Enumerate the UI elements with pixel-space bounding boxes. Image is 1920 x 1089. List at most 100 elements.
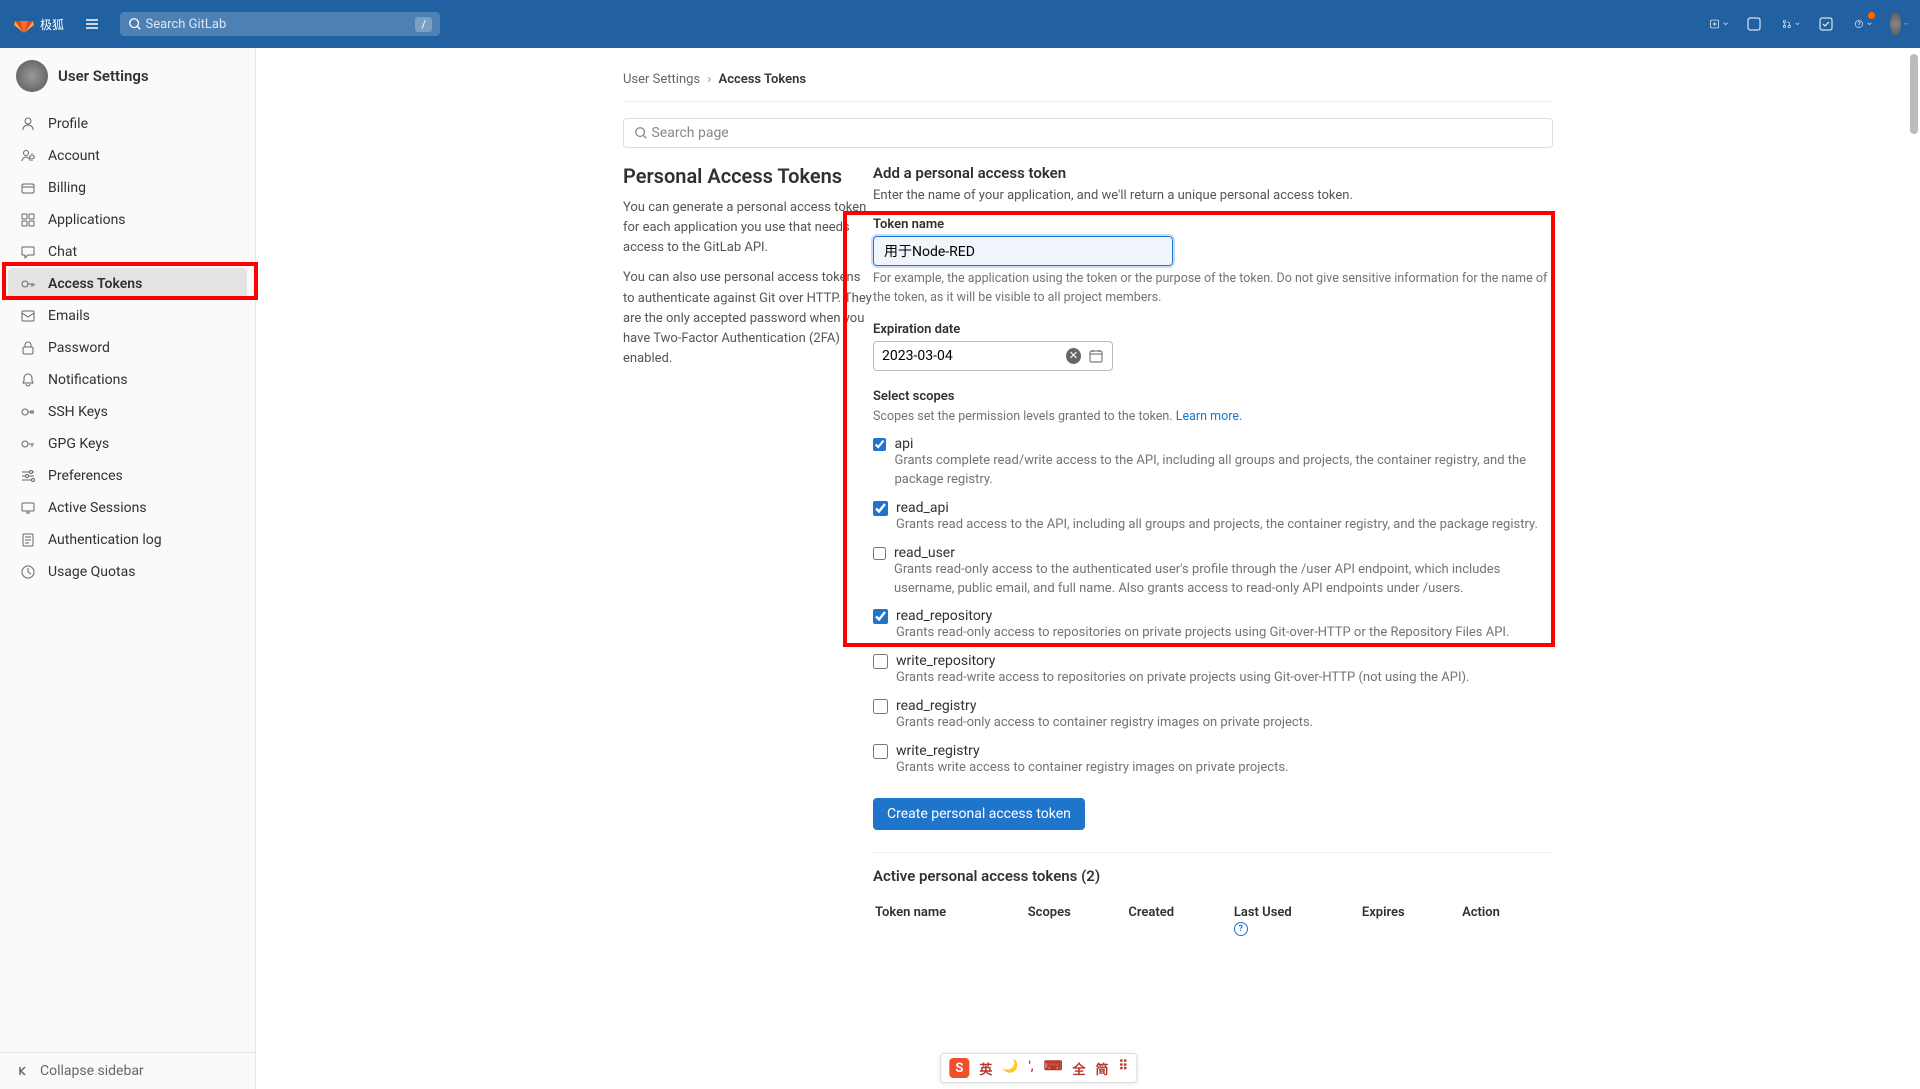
token-icon	[20, 276, 36, 292]
hamburger-menu[interactable]	[80, 12, 104, 36]
scope-checkbox-write_repository[interactable]	[873, 654, 888, 669]
nav-label: Notifications	[48, 372, 128, 388]
sidebar-item-profile[interactable]: Profile	[8, 108, 247, 140]
sidebar-item-access-tokens[interactable]: Access Tokens	[8, 268, 247, 300]
scope-desc: Grants read-only access to container reg…	[896, 714, 1313, 733]
expiration-input[interactable]	[882, 348, 1060, 364]
sidebar-item-usage-quotas[interactable]: Usage Quotas	[8, 556, 247, 588]
scope-checkbox-read_user[interactable]	[873, 546, 886, 561]
nav-label: Password	[48, 340, 110, 356]
help-dropdown[interactable]	[1854, 15, 1872, 33]
merge-requests-dropdown[interactable]	[1782, 15, 1800, 33]
sidebar-header[interactable]: User Settings	[0, 48, 255, 104]
collapse-label: Collapse sidebar	[40, 1063, 144, 1079]
learn-more-link[interactable]: Learn more.	[1176, 409, 1243, 424]
ime-item[interactable]: ⌨	[1044, 1059, 1063, 1078]
user-menu[interactable]	[1890, 15, 1908, 33]
calendar-button[interactable]	[1087, 347, 1104, 365]
nav-label: Applications	[48, 212, 126, 228]
topbar: 极狐 /	[0, 0, 1920, 48]
gitlab-logo-icon	[12, 12, 36, 36]
active-tokens-table: Token nameScopesCreatedLast Used?Expires…	[873, 897, 1553, 944]
sidebar-item-emails[interactable]: Emails	[8, 300, 247, 332]
col-token-name: Token name	[875, 899, 1026, 942]
sidebar-item-authentication-log[interactable]: Authentication log	[8, 524, 247, 556]
ime-logo-icon: S	[949, 1058, 969, 1078]
authlog-icon	[20, 532, 36, 548]
notif-icon	[20, 372, 36, 388]
logo[interactable]: 极狐	[12, 12, 64, 36]
page-search[interactable]	[623, 118, 1553, 148]
ime-item[interactable]: ',	[1029, 1059, 1034, 1078]
sidebar-item-applications[interactable]: Applications	[8, 204, 247, 236]
info-icon[interactable]: ?	[1234, 922, 1248, 936]
token-name-label: Token name	[873, 217, 1553, 232]
nav-label: Chat	[48, 244, 77, 260]
scope-checkbox-read_api[interactable]	[873, 501, 888, 516]
expiration-field[interactable]: ✕	[873, 341, 1113, 371]
col-action: Action	[1462, 899, 1551, 942]
scopes-label: Select scopes	[873, 389, 1553, 404]
sidebar-item-preferences[interactable]: Preferences	[8, 460, 247, 492]
scope-checkbox-api[interactable]	[873, 437, 886, 452]
scope-name: write_registry	[896, 743, 1289, 759]
create-token-button[interactable]: Create personal access token	[873, 798, 1085, 830]
scroll-thumb[interactable]	[1910, 54, 1918, 134]
scope-name: read_api	[896, 500, 1538, 516]
scope-checkbox-read_repository[interactable]	[873, 609, 888, 624]
usage-icon	[20, 564, 36, 580]
scope-desc: Grants complete read/write access to the…	[894, 452, 1553, 490]
sidebar-item-billing[interactable]: Billing	[8, 172, 247, 204]
col-expires: Expires	[1362, 899, 1460, 942]
sidebar-title: User Settings	[58, 67, 149, 85]
global-search[interactable]: /	[120, 12, 440, 36]
scope-read_user: read_userGrants read-only access to the …	[873, 545, 1553, 599]
user-avatar	[16, 60, 48, 92]
sidebar-nav: Profile Account Billing Applications Chat Acc…	[0, 104, 255, 1052]
col-scopes: Scopes	[1028, 899, 1127, 942]
collapse-sidebar[interactable]: Collapse sidebar	[0, 1052, 255, 1089]
sidebar-item-account[interactable]: Account	[8, 140, 247, 172]
scope-name: read_registry	[896, 698, 1313, 714]
ime-item[interactable]: 英	[979, 1059, 992, 1078]
nav-label: Billing	[48, 180, 86, 196]
emails-icon	[20, 308, 36, 324]
scope-checkbox-write_registry[interactable]	[873, 744, 888, 759]
topbar-left: 极狐 /	[12, 12, 440, 36]
sidebar-item-gpg-keys[interactable]: GPG Keys	[8, 428, 247, 460]
sidebar-item-chat[interactable]: Chat	[8, 236, 247, 268]
global-search-input[interactable]	[146, 17, 416, 32]
col-created: Created	[1128, 899, 1232, 942]
sidebar-item-notifications[interactable]: Notifications	[8, 364, 247, 396]
page-desc-1: You can generate a personal access token…	[623, 198, 873, 258]
prefs-icon	[20, 468, 36, 484]
page-title: Personal Access Tokens	[623, 164, 873, 188]
scope-checkbox-read_registry[interactable]	[873, 699, 888, 714]
scope-desc: Grants write access to container registr…	[896, 759, 1289, 778]
breadcrumb-parent[interactable]: User Settings	[623, 72, 700, 87]
sidebar-item-password[interactable]: Password	[8, 332, 247, 364]
scrollbar[interactable]	[1908, 48, 1918, 1089]
ime-item[interactable]: ⠿	[1119, 1059, 1129, 1078]
plus-dropdown[interactable]	[1710, 15, 1728, 33]
clear-date-button[interactable]: ✕	[1066, 348, 1081, 364]
calendar-icon	[1089, 349, 1103, 363]
form-intro: Enter the name of your application, and …	[873, 188, 1553, 203]
ime-item[interactable]: 全	[1072, 1059, 1085, 1078]
collapse-icon	[16, 1064, 30, 1078]
todos-link[interactable]	[1818, 15, 1836, 33]
sidebar-item-ssh-keys[interactable]: SSH Keys	[8, 396, 247, 428]
ime-item[interactable]: 🌙	[1002, 1059, 1018, 1078]
ime-item[interactable]: 简	[1096, 1059, 1109, 1078]
issues-link[interactable]	[1746, 15, 1764, 33]
page-search-input[interactable]	[651, 125, 1542, 141]
password-icon	[20, 340, 36, 356]
token-name-input[interactable]	[873, 236, 1173, 266]
nav-label: Active Sessions	[48, 500, 147, 516]
nav-label: Account	[48, 148, 100, 164]
scope-name: read_user	[894, 545, 1553, 561]
ime-toolbar[interactable]: S 英 🌙 ', ⌨ 全简 ⠿	[940, 1053, 1137, 1083]
chat-icon	[20, 244, 36, 260]
nav-label: Access Tokens	[48, 276, 142, 292]
sidebar-item-active-sessions[interactable]: Active Sessions	[8, 492, 247, 524]
